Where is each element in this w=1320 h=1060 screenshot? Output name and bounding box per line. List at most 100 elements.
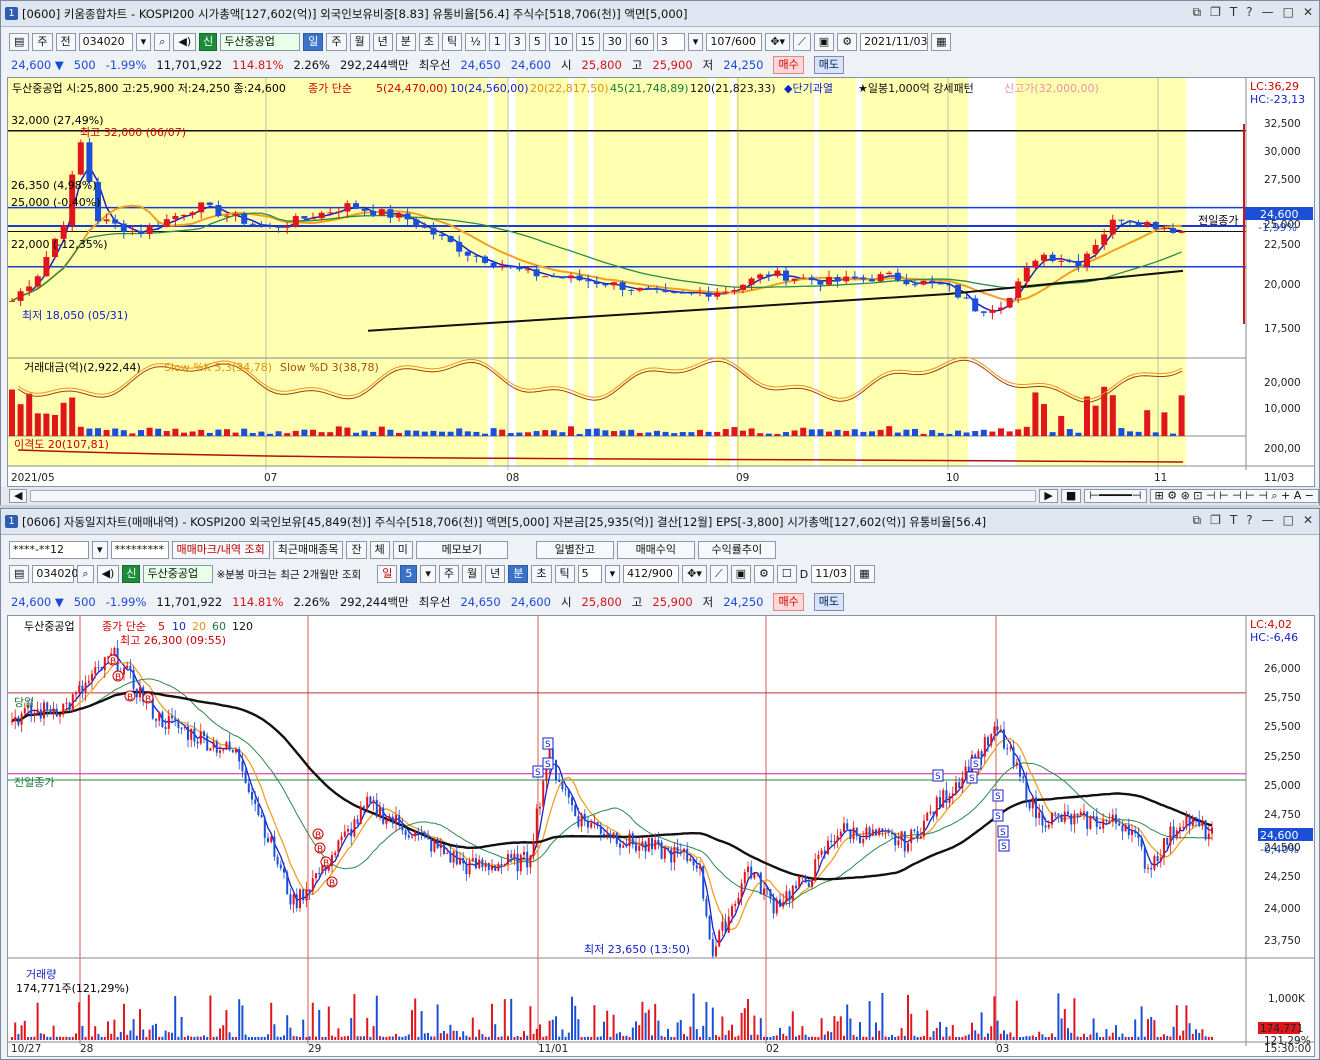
tab-period-4[interactable]: 초 — [531, 565, 552, 583]
tab-period-3[interactable]: 년 — [372, 33, 393, 51]
tab-period-1[interactable]: 월 — [462, 565, 483, 583]
draw-icon[interactable]: ⟋ — [793, 33, 811, 51]
period-a[interactable]: 주 — [32, 33, 53, 51]
maximize-icon[interactable]: □ — [1283, 513, 1294, 528]
text-icon[interactable]: T — [1230, 5, 1237, 20]
day-interval[interactable]: 5 — [400, 565, 418, 583]
range-input[interactable]: 107/600 — [706, 33, 763, 51]
scroll-left-icon[interactable]: ◀ — [9, 489, 28, 503]
filled-button[interactable]: 체 — [369, 541, 390, 559]
speaker-icon[interactable]: ◀) — [96, 565, 120, 583]
date-input[interactable]: 11/03 — [811, 565, 852, 583]
daily-balance-button[interactable]: 일별잔고 — [535, 541, 614, 559]
memo-button[interactable]: 메모보기 — [415, 541, 508, 559]
minute-input[interactable]: 5 — [577, 565, 602, 583]
buy-button[interactable]: 매수 — [773, 56, 804, 74]
balance-button[interactable]: 잔 — [346, 541, 367, 559]
interval-4[interactable]: 15 — [575, 33, 600, 51]
password-input[interactable]: ********* — [110, 541, 169, 559]
play-icon[interactable]: ▶ — [1039, 489, 1058, 503]
tab-period-5[interactable]: 초 — [418, 33, 439, 51]
period-b[interactable]: 전 — [55, 33, 76, 51]
restore-icon[interactable]: ❐ — [1210, 5, 1221, 20]
trade-profit-button[interactable]: 매매수익 — [616, 541, 695, 559]
title-bar[interactable]: 1 [0600] 키움종합차트 - KOSPI200 시가총액[127,602(… — [1, 1, 1319, 27]
tool-icons[interactable]: ⊞ ⚙ ⊛ ⊡ ⊣ ⊢ ⊣ ⊢ ⊣ ⌕ + A − — [1149, 489, 1319, 503]
tab-period-3[interactable]: 분 — [508, 565, 529, 583]
date-checkbox[interactable]: ☐ — [776, 565, 797, 583]
maximize-icon[interactable]: □ — [1283, 5, 1294, 20]
zoom-slider[interactable]: ⊢━━━━━⊣ — [1084, 489, 1147, 503]
account-input[interactable]: ****-**12 — [9, 541, 89, 559]
tab-period-1[interactable]: 주 — [326, 33, 347, 51]
tab-period-6[interactable]: 틱 — [442, 33, 463, 51]
layout-icon[interactable]: ▤ — [9, 33, 30, 51]
volume-bar — [100, 1036, 103, 1040]
minimize-icon[interactable]: — — [1262, 513, 1274, 528]
interval-6[interactable]: 60 — [629, 33, 654, 51]
layout-icon[interactable]: ▤ — [9, 565, 30, 583]
search-icon[interactable]: ⌕ — [154, 33, 171, 51]
interval-2[interactable]: 5 — [528, 33, 546, 51]
stop-icon[interactable]: ■ — [1060, 489, 1082, 503]
help-icon[interactable]: ? — [1246, 513, 1252, 528]
minimize-icon[interactable]: — — [1262, 5, 1274, 20]
draw-icon[interactable]: ⟋ — [709, 565, 728, 583]
candle-body — [391, 816, 394, 824]
title-bar[interactable]: 1 [0606] 자동일지차트(매매내역) - KOSPI200 외국인보유[4… — [1, 509, 1319, 535]
volume-bar — [439, 1033, 442, 1040]
close-icon[interactable]: ✕ — [1303, 5, 1313, 20]
link-icon[interactable]: ⧉ — [1193, 513, 1202, 528]
count-input[interactable]: 3 — [656, 33, 685, 51]
close-icon[interactable]: ✕ — [1303, 513, 1313, 528]
scroll-bar[interactable]: ◀ ▶ ■ ⊢━━━━━⊣ ⊞ ⚙ ⊛ ⊡ ⊣ ⊢ ⊣ ⊢ ⊣ ⌕ + A − — [1, 487, 1319, 505]
tab-period-2[interactable]: 년 — [485, 565, 506, 583]
restore-icon[interactable]: ❐ — [1210, 513, 1221, 528]
scroll-track[interactable] — [30, 490, 1037, 502]
help-icon[interactable]: ? — [1246, 5, 1252, 20]
sell-button[interactable]: 매도 — [813, 56, 844, 74]
save-icon[interactable]: ▣ — [730, 565, 752, 583]
fraction-button[interactable]: ½ — [465, 33, 486, 51]
chevron-down-icon[interactable]: ▾ — [420, 565, 436, 583]
gear-icon[interactable]: ⚙ — [837, 33, 858, 51]
trade-mark-query-button[interactable]: 매매마크/내역 조회 — [171, 541, 270, 559]
chevron-down-icon[interactable]: ▾ — [92, 541, 108, 559]
search-icon[interactable]: ⌕ — [77, 565, 94, 583]
unfilled-button[interactable]: 미 — [392, 541, 413, 559]
calendar-icon[interactable]: ▦ — [931, 33, 952, 51]
save-icon[interactable]: ▣ — [813, 33, 835, 51]
recent-trades-button[interactable]: 최근매매종목 — [272, 541, 344, 559]
interval-3[interactable]: 10 — [548, 33, 573, 51]
buy-button[interactable]: 매수 — [773, 593, 804, 611]
tab-period-5[interactable]: 틱 — [554, 565, 575, 583]
tab-period-0[interactable]: 일 — [303, 33, 324, 51]
chevron-down-icon[interactable]: ▾ — [687, 33, 704, 51]
minute-chart[interactable]: BBBBBBBBSSSSSSSSSS 두산중공업 종가 단순 5 10 20 6… — [7, 615, 1315, 1057]
range-input[interactable]: 412/900 — [623, 565, 680, 583]
tab-period-0[interactable]: 주 — [438, 565, 459, 583]
gear-icon[interactable]: ⚙ — [754, 565, 774, 583]
chevron-down-icon[interactable]: ▾ — [135, 33, 152, 51]
text-icon[interactable]: T — [1230, 513, 1237, 528]
interval-1[interactable]: 3 — [508, 33, 526, 51]
interval-0[interactable]: 1 — [488, 33, 506, 51]
link-icon[interactable]: ⧉ — [1193, 5, 1202, 20]
stock-code-input[interactable]: 034020 — [32, 565, 78, 583]
tools-icon[interactable]: ✥▾ — [765, 33, 791, 51]
tab-period-2[interactable]: 월 — [349, 33, 370, 51]
speaker-icon[interactable]: ◀) — [173, 33, 197, 51]
date-input[interactable]: 2021/11/03 — [860, 33, 929, 51]
volume-bar — [916, 1036, 919, 1040]
stock-code-input[interactable]: 034020 — [78, 33, 133, 51]
tools-icon[interactable]: ✥▾ — [682, 565, 707, 583]
sell-button[interactable]: 매도 — [813, 593, 844, 611]
calendar-icon[interactable]: ▦ — [854, 565, 875, 583]
return-trend-button[interactable]: 수익률추이 — [697, 541, 776, 559]
chevron-down-icon[interactable]: ▾ — [604, 565, 621, 583]
interval-5[interactable]: 30 — [602, 33, 627, 51]
tab-day[interactable]: 일 — [377, 565, 398, 583]
tab-period-4[interactable]: 분 — [395, 33, 416, 51]
daily-chart[interactable]: 두산중공업 시:25,800 고:25,900 저:24,250 종:24,60… — [7, 77, 1315, 487]
volume-bar — [385, 1036, 388, 1040]
